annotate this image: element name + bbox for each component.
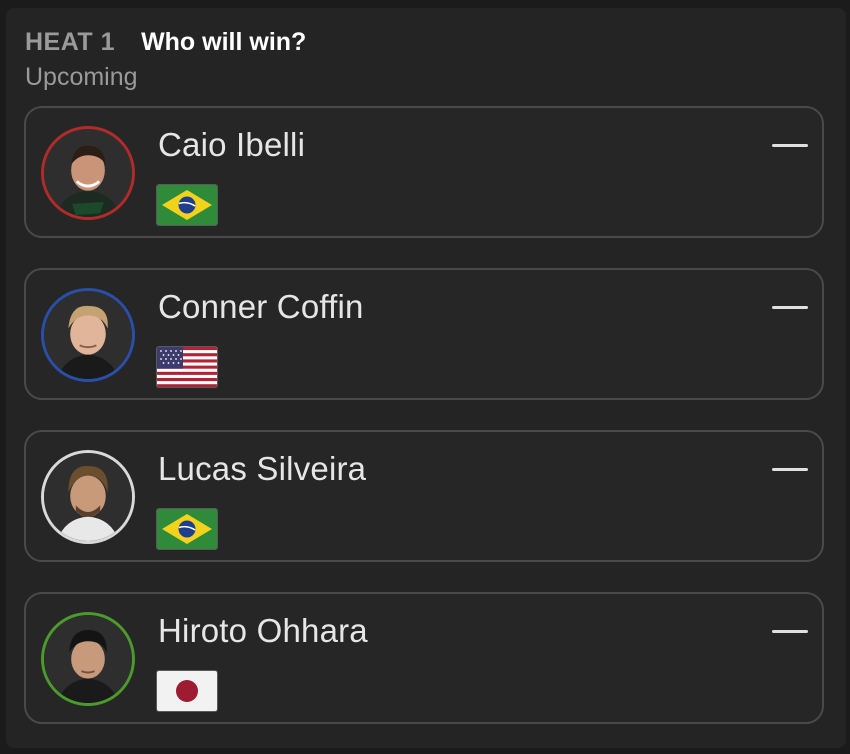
heat-question: Who will win? bbox=[141, 28, 307, 56]
surfer-avatar bbox=[41, 450, 135, 544]
surfer-avatar bbox=[41, 288, 135, 382]
heat-label: HEAT 1 bbox=[25, 28, 116, 56]
surfer-name: Lucas Silveira bbox=[158, 450, 367, 487]
surfer-name: Conner Coffin bbox=[158, 288, 364, 325]
heat-title-row: HEAT 1 Who will win? bbox=[25, 28, 306, 57]
japan-flag-icon bbox=[156, 670, 218, 712]
brazil-flag-icon bbox=[156, 184, 218, 226]
brazil-flag-icon bbox=[156, 508, 218, 550]
usa-flag-icon bbox=[156, 346, 218, 388]
pick-indicator-dash bbox=[772, 630, 808, 633]
heat-header: HEAT 1 Who will win? Upcoming bbox=[25, 28, 306, 92]
heat-panel: HEAT 1 Who will win? Upcoming Caio Ibell… bbox=[6, 8, 846, 748]
surfer-avatar bbox=[41, 126, 135, 220]
pick-indicator-dash bbox=[772, 144, 808, 147]
pick-indicator-dash bbox=[772, 306, 808, 309]
surfer-name: Caio Ibelli bbox=[158, 126, 306, 163]
surfer-card-lucas-silveira[interactable]: Lucas Silveira bbox=[24, 430, 824, 562]
pick-indicator-dash bbox=[772, 468, 808, 471]
surfer-card-conner-coffin[interactable]: Conner Coffin bbox=[24, 268, 824, 400]
surfer-name: Hiroto Ohhara bbox=[158, 612, 368, 649]
heat-status: Upcoming bbox=[25, 63, 138, 91]
surfer-card-hiroto-ohhara[interactable]: Hiroto Ohhara bbox=[24, 592, 824, 724]
surfer-card-caio-ibelli[interactable]: Caio Ibelli bbox=[24, 106, 824, 238]
surfer-avatar bbox=[41, 612, 135, 706]
